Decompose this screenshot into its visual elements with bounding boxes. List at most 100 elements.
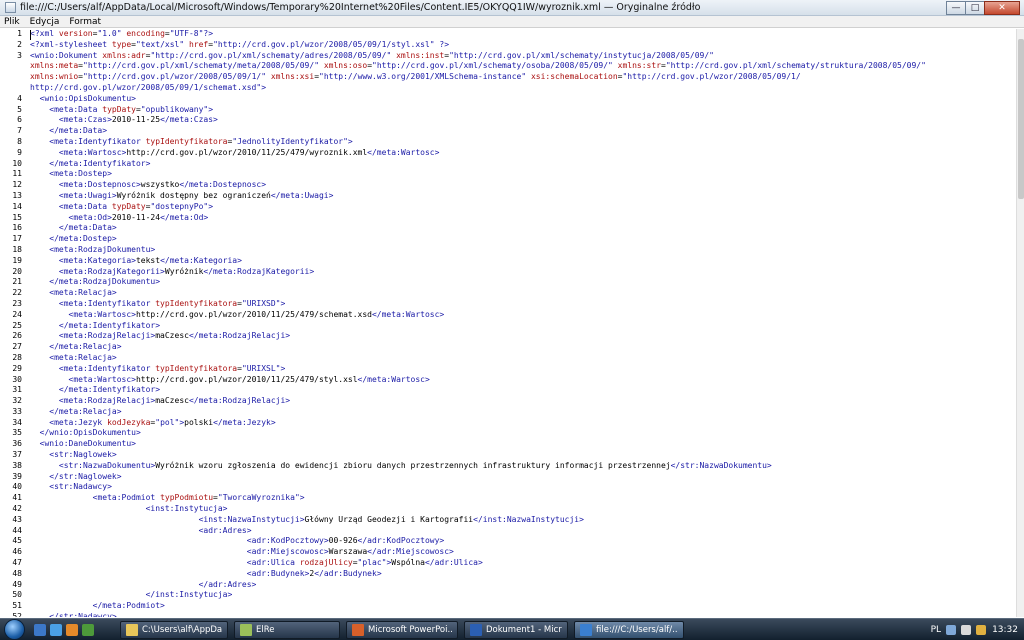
code-text: <inst:NazwaInstytucji>Główny Urząd Geode… bbox=[30, 515, 1012, 526]
scroll-thumb[interactable] bbox=[1018, 39, 1024, 199]
code-text: </meta:Relacja> bbox=[30, 342, 1012, 353]
code-token: <meta:Wartosc> bbox=[68, 374, 136, 384]
code-line: 39 </str:Naglowek> bbox=[0, 472, 1016, 483]
code-token: typIdentyfikatora bbox=[145, 136, 228, 146]
minimize-button[interactable]: — bbox=[946, 0, 966, 15]
line-number: 3 bbox=[17, 50, 22, 60]
code-text: </meta:Relacja> bbox=[30, 407, 1012, 418]
menu-format[interactable]: Format bbox=[69, 16, 101, 28]
network-icon[interactable] bbox=[946, 624, 957, 635]
taskbar-button-label: Microsoft PowerPoi... bbox=[368, 624, 452, 635]
code-token: rodzajUlicy bbox=[299, 558, 353, 568]
app-icon bbox=[470, 623, 482, 636]
line-number: 25 bbox=[12, 320, 22, 330]
code-text: </adr:Adres> bbox=[30, 580, 1012, 591]
code-token: "http://crd.gov.pl/wzor/2008/05/09/1/sty… bbox=[213, 39, 450, 49]
taskbar-button[interactable]: file:///C:/Users/alf/... bbox=[574, 620, 684, 639]
code-token: </meta:Identyfikator> bbox=[58, 320, 161, 330]
line-number: 27 bbox=[12, 342, 22, 352]
menu-plik[interactable]: Plik bbox=[4, 16, 20, 28]
vertical-scrollbar[interactable] bbox=[1016, 29, 1024, 617]
code-text: <wnio:Dokument xmlns:adr="http://crd.gov… bbox=[30, 51, 1012, 62]
code-line: 42 <inst:Instytucja> bbox=[0, 504, 1016, 515]
code-token: </str:NazwaDokumentu> bbox=[670, 460, 772, 470]
line-number: 32 bbox=[12, 396, 22, 406]
taskbar-button[interactable]: C:\Users\alf\AppDat... bbox=[120, 620, 228, 639]
clock[interactable]: 13:32 bbox=[992, 625, 1018, 635]
code-token: xmlns:xsi bbox=[270, 72, 315, 82]
taskbar-button[interactable]: Dokument1 - Micro... bbox=[464, 620, 568, 639]
code-line: 52 </str:Nadawcy> bbox=[0, 612, 1016, 617]
code-token: typPodmiotu bbox=[160, 493, 214, 503]
line-number: 45 bbox=[12, 536, 22, 546]
code-token: </meta:Od> bbox=[160, 212, 209, 222]
code-token: typDaty bbox=[102, 104, 136, 114]
line-number: 43 bbox=[12, 514, 22, 524]
line-number: 35 bbox=[12, 428, 22, 438]
code-text: <meta:Wartosc>http://crd.gov.pl/wzor/201… bbox=[30, 310, 1012, 321]
code-token: </meta:RodzajDokumentu> bbox=[49, 277, 161, 287]
start-button[interactable] bbox=[0, 618, 30, 640]
menu-bar: Plik Edycja Format bbox=[0, 16, 1024, 28]
taskbar-button-label: C:\Users\alf\AppDat... bbox=[142, 624, 222, 635]
taskbar-button[interactable]: Microsoft PowerPoi... bbox=[346, 620, 458, 639]
code-token: Wspólna bbox=[391, 558, 425, 568]
code-token: <meta:Data bbox=[49, 104, 103, 114]
text-caret bbox=[30, 30, 31, 40]
code-line: 12 <meta:Dostepnosc>wszystko</meta:Doste… bbox=[0, 180, 1016, 191]
volume-icon[interactable] bbox=[961, 624, 972, 635]
code-token: </meta:Wartosc> bbox=[371, 309, 445, 319]
firefox-icon[interactable] bbox=[66, 623, 78, 636]
code-token: 00-926 bbox=[328, 536, 358, 546]
code-token: href bbox=[188, 39, 209, 49]
internet-explorer-icon[interactable] bbox=[50, 623, 62, 636]
code-token: "TworcaWyroznika"> bbox=[217, 493, 305, 503]
code-token: </meta:Relacja> bbox=[49, 406, 122, 416]
close-button[interactable]: ✕ bbox=[984, 0, 1020, 15]
taskbar-button[interactable]: ElRe bbox=[234, 620, 340, 639]
code-token: xmlns:inst bbox=[396, 50, 445, 60]
code-token: "http://crd.gov.pl/wzor/2008/05/09/1/ bbox=[622, 72, 801, 82]
code-token: </inst:NazwaInstytucji> bbox=[473, 514, 584, 524]
code-token: <meta:RodzajDokumentu> bbox=[49, 244, 156, 254]
code-line: 13 <meta:Uwagi>Wyróżnik dostępny bez ogr… bbox=[0, 191, 1016, 202]
code-token: <meta:RodzajRelacji> bbox=[58, 396, 156, 406]
code-text: <meta:Relacja> bbox=[30, 353, 1012, 364]
code-token: "http://crd.gov.pl/xml/schematy/meta/200… bbox=[83, 61, 324, 71]
code-text: </str:Naglowek> bbox=[30, 472, 1012, 483]
line-number: 10 bbox=[12, 158, 22, 168]
update-icon[interactable] bbox=[976, 624, 987, 635]
line-number: 6 bbox=[17, 115, 22, 125]
maximize-button[interactable]: □ bbox=[965, 0, 985, 15]
line-number: 19 bbox=[12, 255, 22, 265]
language-indicator[interactable]: PL bbox=[931, 625, 941, 635]
source-view[interactable]: 1 <?xml version="1.0" encoding="UTF-8"?> 2… bbox=[0, 29, 1016, 617]
code-token: </meta:Dostep> bbox=[49, 234, 117, 244]
code-token: Wyróżnik wzoru zgłoszenia do ewidencji z… bbox=[155, 460, 671, 470]
code-text: <str:NazwaDokumentu>Wyróżnik wzoru zgłos… bbox=[30, 461, 1012, 472]
line-number: 50 bbox=[12, 590, 22, 600]
code-line: 4 <wnio:OpisDokumentu> bbox=[0, 94, 1016, 105]
code-text: </meta:Identyfikator> bbox=[30, 385, 1012, 396]
code-line: 10 </meta:Identyfikator> bbox=[0, 159, 1016, 170]
code-line: 29 <meta:Identyfikator typIdentyfikatora… bbox=[0, 364, 1016, 375]
line-number: 7 bbox=[17, 126, 22, 136]
code-token: <meta:Podmiot bbox=[92, 493, 161, 503]
line-number: 40 bbox=[12, 482, 22, 492]
email-icon[interactable] bbox=[82, 623, 94, 636]
code-line: 5 <meta:Data typDaty="opublikowany"> bbox=[0, 105, 1016, 116]
menu-edycja[interactable]: Edycja bbox=[30, 16, 60, 28]
line-number: 17 bbox=[12, 234, 22, 244]
code-text: xmlns:meta="http://crd.gov.pl/xml/schema… bbox=[30, 61, 1012, 72]
show-desktop-icon[interactable] bbox=[34, 623, 46, 636]
code-token: </str:Nadawcy> bbox=[49, 612, 117, 617]
code-token: </meta:Identyfikator> bbox=[58, 385, 161, 395]
